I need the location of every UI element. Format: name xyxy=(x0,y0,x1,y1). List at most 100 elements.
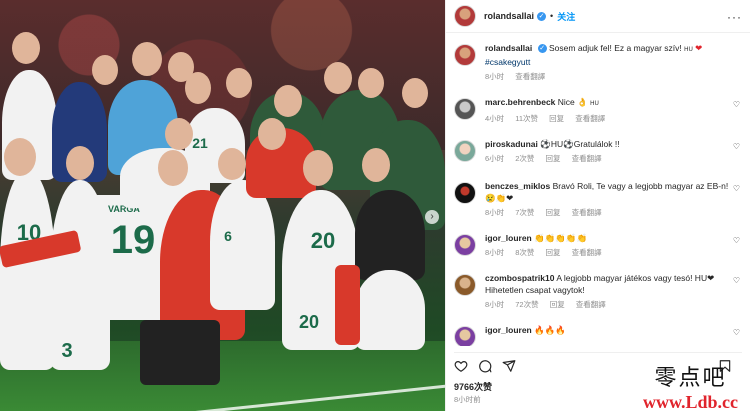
like-heart-icon[interactable]: ♡ xyxy=(733,276,740,285)
comment-item: benczes_miklos Bravó Roli, Te vagy a leg… xyxy=(454,180,742,219)
red-scarf xyxy=(335,265,360,345)
comment-item: czombospatrik10 A legjobb magyar játékos… xyxy=(454,272,742,311)
caption-body: rolandsallai ✓ Sosem adjuk fel! Ez a mag… xyxy=(485,42,742,83)
comment-item: igor_louren 🔥🔥🔥 ♡ xyxy=(454,324,742,346)
caption-meta: 8小时 查看翻譯 xyxy=(485,71,742,83)
like-count[interactable]: 9766次赞 xyxy=(454,380,492,393)
comment-text: Nice 👌 xyxy=(557,97,588,107)
hashtag-link[interactable]: #csakegyutt xyxy=(485,57,530,67)
comment-item: piroskadunai ⚽HU⚽Gratulálok !! 6小时 2次赞 回… xyxy=(454,138,742,165)
watermark-url: www.Ldb.cc xyxy=(642,392,738,411)
comment-body: igor_louren 🔥🔥🔥 xyxy=(485,324,742,346)
player-head xyxy=(362,148,390,182)
comment-text: 👏👏👏👏👏 xyxy=(534,233,588,243)
comment-text: Bravó Roli, Te vagy a legjobb magyar az … xyxy=(552,181,729,191)
player-head xyxy=(158,150,188,186)
more-options-icon[interactable]: ··· xyxy=(727,10,742,24)
player-head xyxy=(165,118,193,150)
jersey-number: 6 xyxy=(224,228,232,244)
comment-likes[interactable]: 11次赞 xyxy=(515,114,538,123)
comment-username[interactable]: piroskadunai xyxy=(485,139,538,149)
like-heart-icon[interactable]: ♡ xyxy=(733,328,740,337)
reply-link[interactable]: 回复 xyxy=(550,300,565,309)
see-translation-link[interactable]: 查看翻譯 xyxy=(575,114,605,123)
comment-username[interactable]: czombospatrik10 xyxy=(485,273,554,283)
comment-username[interactable]: igor_louren xyxy=(485,233,532,243)
post-photo[interactable]: 10 3 VARGA 19 21 6 20 20 › xyxy=(0,0,445,411)
follow-button[interactable]: 关注 xyxy=(557,10,575,23)
verified-badge-icon: ✓ xyxy=(537,44,547,54)
commenter-avatar[interactable] xyxy=(454,182,476,204)
like-heart-icon[interactable]: ♡ xyxy=(733,142,740,151)
author-username[interactable]: rolandsallai xyxy=(484,11,534,21)
comment-likes[interactable]: 8次赞 xyxy=(515,248,534,257)
comment-likes[interactable]: 72次赞 xyxy=(515,300,538,309)
comment-bubble-icon[interactable] xyxy=(478,359,492,373)
comment-meta: 8小时 8次赞 回复 查看翻譯 xyxy=(485,247,742,259)
comment-time: 8小时 xyxy=(485,248,505,257)
jersey-number: 3 xyxy=(61,340,73,362)
player-head xyxy=(258,118,286,150)
comment-body: czombospatrik10 A legjobb magyar játékos… xyxy=(485,272,742,311)
comment-meta: 6小时 2次赞 回复 查看翻譯 xyxy=(485,153,742,165)
caption-item: rolandsallai ✓ Sosem adjuk fel! Ez a mag… xyxy=(454,42,742,83)
like-heart-icon[interactable]: ♡ xyxy=(733,236,740,245)
comment-text: 🔥🔥🔥 xyxy=(534,325,566,335)
caption-text: Sosem adjuk fel! Ez a magyar szív! xyxy=(549,43,685,53)
comment-body: marc.behrenbeck Nice 👌 HU 4小时 11次赞 回复 查看… xyxy=(485,96,742,125)
player-head xyxy=(12,32,40,64)
commenter-avatar[interactable] xyxy=(454,234,476,256)
post-side-panel: rolandsallai ✓ • 关注 ··· rolandsallai ✓ S… xyxy=(445,0,750,411)
jersey-number: 20 xyxy=(298,312,320,332)
comment-username[interactable]: igor_louren xyxy=(485,325,532,335)
like-heart-icon[interactable]: ♡ xyxy=(733,184,740,193)
next-photo-button[interactable]: › xyxy=(425,210,439,224)
comment-meta: 8小时 7次赞 回复 查看翻譯 xyxy=(485,207,742,219)
comment-username[interactable]: benczes_miklos xyxy=(485,181,550,191)
player-head xyxy=(324,62,352,94)
reply-link[interactable]: 回复 xyxy=(546,208,561,217)
player-head xyxy=(358,68,384,98)
comment-likes[interactable]: 7次赞 xyxy=(515,208,534,217)
player-head xyxy=(218,148,246,180)
watermark-cn: 零点吧 xyxy=(654,366,727,391)
author-avatar[interactable] xyxy=(454,5,476,27)
comment-emojis: 😢👏❤ xyxy=(485,193,514,203)
see-translation-link[interactable]: 查看翻譯 xyxy=(572,248,602,257)
player-head xyxy=(226,68,252,98)
reply-link[interactable]: 回复 xyxy=(546,154,561,163)
post-date: 8小时前 xyxy=(454,395,481,404)
commenter-avatar[interactable] xyxy=(454,274,476,296)
player-figure xyxy=(0,170,55,370)
author-avatar[interactable] xyxy=(454,44,476,66)
like-heart-icon[interactable]: ♡ xyxy=(733,100,740,109)
see-translation-link[interactable]: 查看翻譯 xyxy=(572,154,602,163)
see-translation-link[interactable]: 查看翻譯 xyxy=(576,300,606,309)
comment-likes[interactable]: 2次赞 xyxy=(515,154,534,163)
commenter-avatar[interactable] xyxy=(454,326,476,346)
flag-icon: HU xyxy=(590,101,599,107)
comment-time: 6小时 xyxy=(485,154,505,163)
player-legs xyxy=(140,320,220,385)
caption-time: 8小时 xyxy=(485,72,505,81)
jersey-number: 19 xyxy=(110,218,156,262)
jersey-number: 21 xyxy=(192,135,208,151)
comment-time: 4小时 xyxy=(485,114,505,123)
comment-username[interactable]: marc.behrenbeck xyxy=(485,97,555,107)
post-header: rolandsallai ✓ • 关注 ··· xyxy=(446,0,750,33)
like-heart-icon[interactable] xyxy=(454,359,468,373)
caption-username[interactable]: rolandsallai xyxy=(485,43,532,53)
reply-link[interactable]: 回复 xyxy=(546,248,561,257)
comment-body: piroskadunai ⚽HU⚽Gratulálok !! 6小时 2次赞 回… xyxy=(485,138,742,165)
see-translation-link[interactable]: 查看翻譯 xyxy=(572,208,602,217)
commenter-avatar[interactable] xyxy=(454,98,476,120)
comment-item: marc.behrenbeck Nice 👌 HU 4小时 11次赞 回复 查看… xyxy=(454,96,742,125)
comment-meta: 8小时 72次赞 回复 查看翻譯 xyxy=(485,299,742,311)
share-send-icon[interactable] xyxy=(502,359,516,373)
commenter-avatar[interactable] xyxy=(454,140,476,162)
reply-link[interactable]: 回复 xyxy=(549,114,564,123)
comment-body: igor_louren 👏👏👏👏👏 8小时 8次赞 回复 查看翻譯 xyxy=(485,232,742,259)
player-shorts xyxy=(355,270,425,350)
see-translation-link[interactable]: 查看翻譯 xyxy=(515,72,545,81)
comment-text: ⚽HU⚽Gratulálok !! xyxy=(540,139,620,149)
